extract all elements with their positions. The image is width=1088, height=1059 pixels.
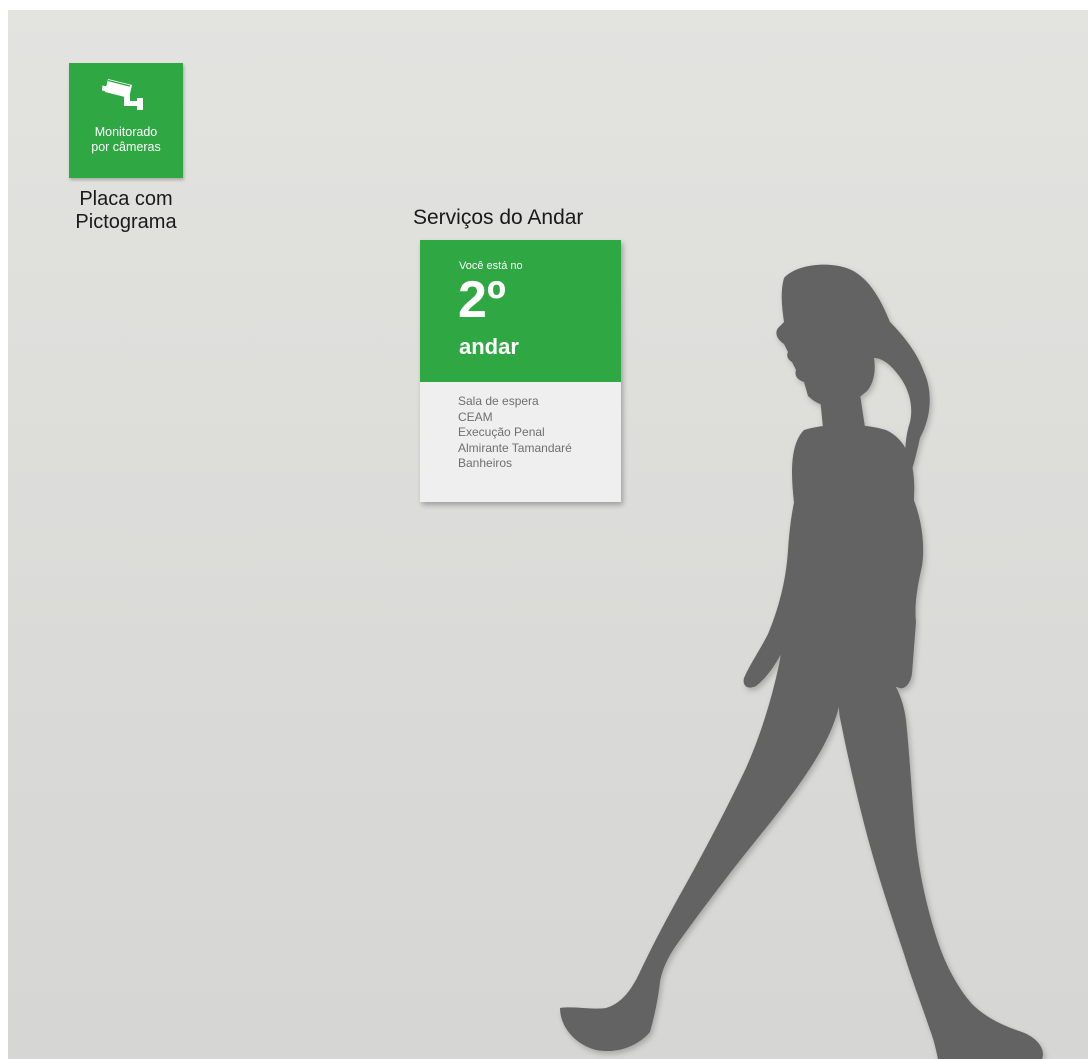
- wall-scene: Monitorado por câmeras Placa com Pictogr…: [8, 10, 1088, 1059]
- walking-woman-silhouette: [560, 264, 1044, 1059]
